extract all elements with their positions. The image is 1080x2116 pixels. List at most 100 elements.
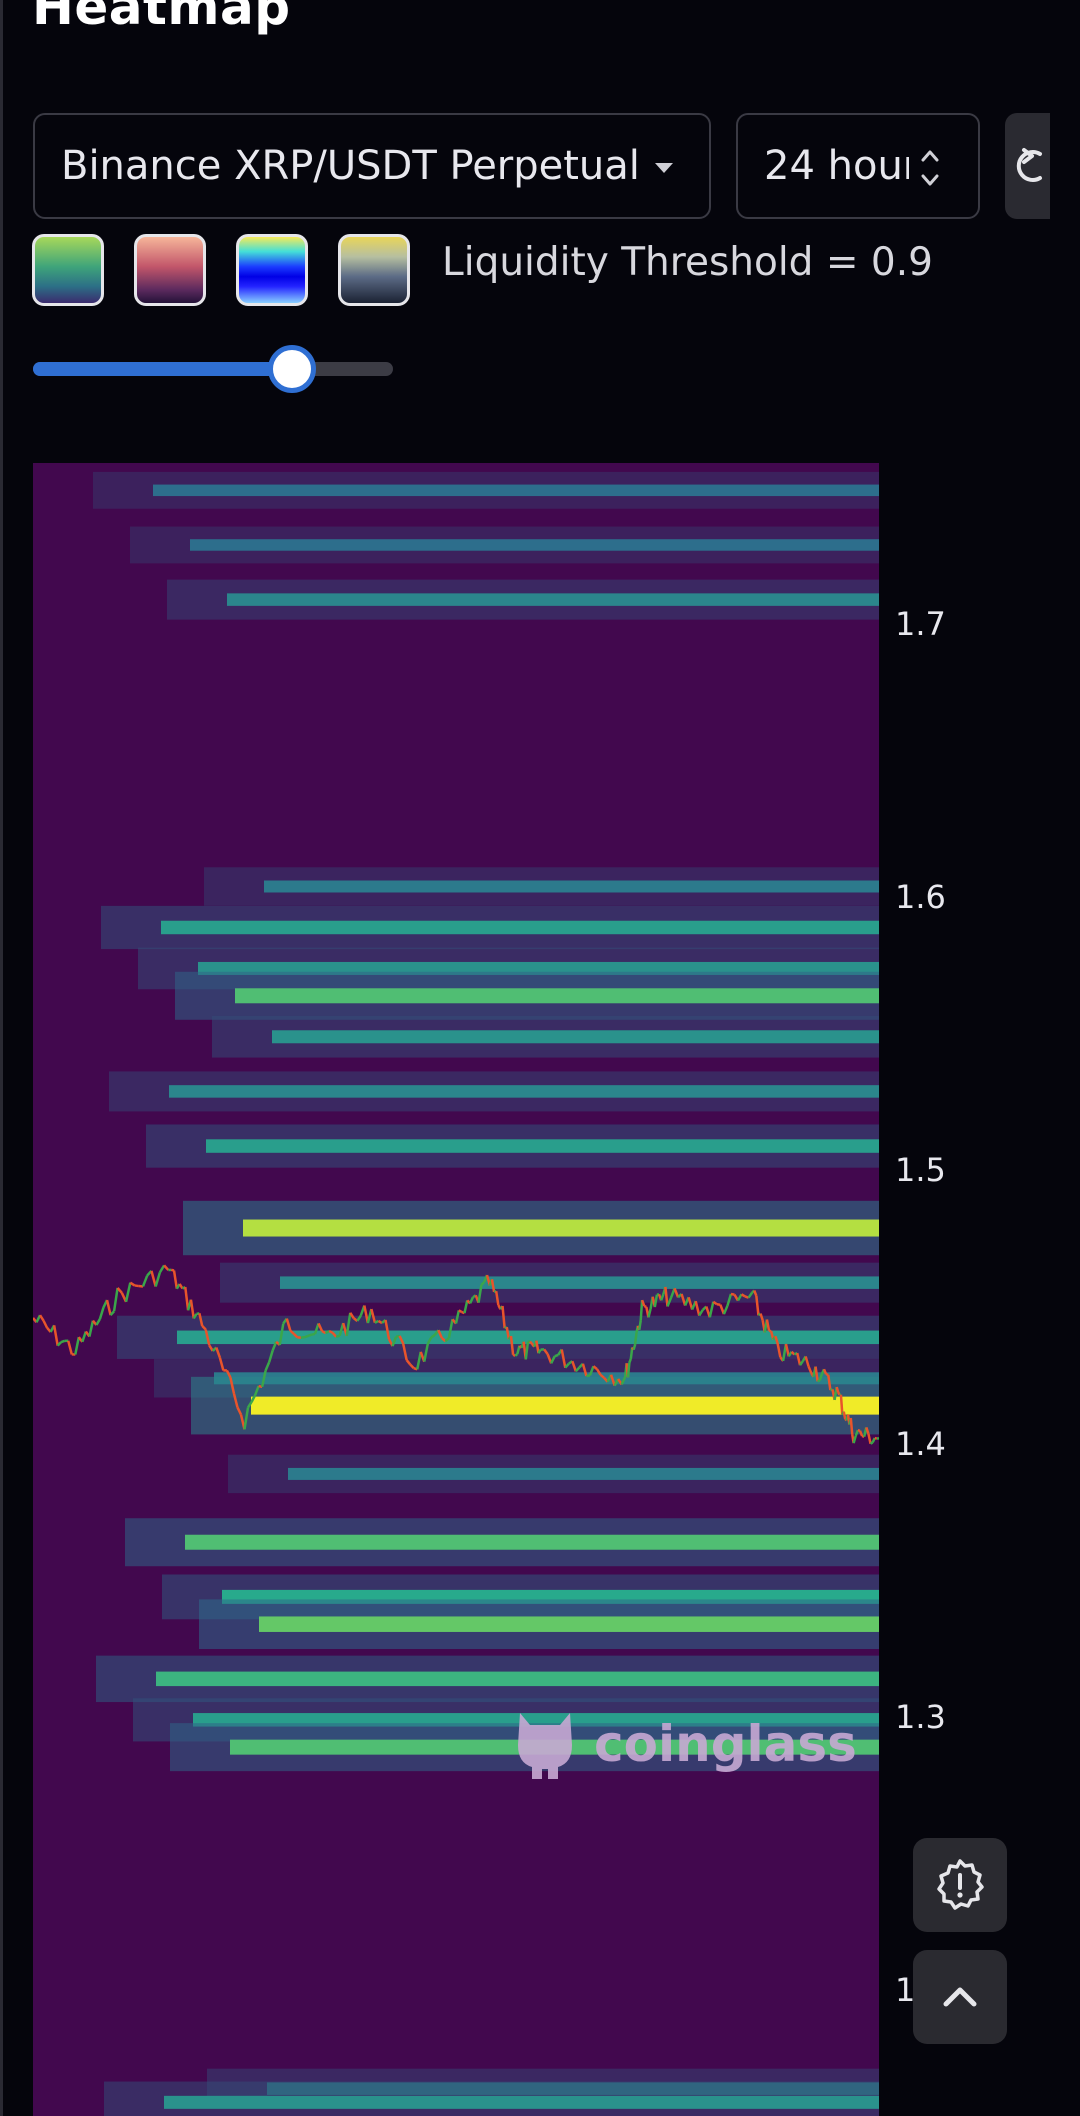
price-segment: [730, 1292, 735, 1296]
liquidity-threshold-label: Liquidity Threshold = 0.9: [442, 240, 933, 285]
price-segment: [178, 1283, 184, 1290]
price-segment: [112, 1287, 119, 1312]
color-scheme-viridis-button[interactable]: [32, 234, 104, 306]
liquidity-band: [169, 1085, 879, 1098]
price-segment: [184, 1286, 190, 1311]
liquidity-band: [243, 1219, 879, 1237]
price-segment: [632, 1344, 637, 1350]
price-segment: [163, 1264, 170, 1271]
price-segment: [871, 1437, 876, 1443]
threshold-slider-fill: [33, 362, 293, 376]
liquidity-band: [164, 2095, 879, 2109]
price-segment: [708, 1301, 715, 1318]
price-segment: [626, 1362, 631, 1378]
y-tick-label: 1.6: [895, 878, 946, 917]
price-segment: [154, 1272, 162, 1287]
liquidity-band: [251, 1396, 879, 1415]
price-segment: [694, 1300, 701, 1316]
exchange-pair-select[interactable]: Binance XRP/USDT Perpetual: [33, 113, 711, 219]
color-scheme-cividis-button[interactable]: [338, 234, 410, 306]
liquidation-heatmap-chart[interactable]: [33, 463, 879, 2116]
price-segment: [42, 1320, 49, 1329]
price-segment: [60, 1339, 66, 1344]
price-segment: [852, 1435, 857, 1444]
refresh-icon: [1016, 148, 1042, 182]
price-segment: [458, 1309, 463, 1314]
price-segment: [109, 1310, 115, 1316]
price-segment: [307, 1333, 312, 1338]
price-segment: [628, 1358, 633, 1363]
price-segment: [586, 1374, 591, 1378]
price-segment: [839, 1394, 844, 1415]
liquidity-band: [280, 1276, 879, 1289]
price-segment: [633, 1332, 638, 1345]
color-scheme-jet-button[interactable]: [236, 234, 308, 306]
price-segment: [150, 1270, 157, 1287]
y-tick-label: 1.4: [895, 1424, 946, 1463]
price-segment: [52, 1325, 59, 1346]
price-segment: [698, 1309, 704, 1317]
liquidity-band: [190, 539, 879, 551]
chevron-up-icon: [943, 1987, 977, 2007]
price-segment: [638, 1320, 642, 1330]
price-segment: [172, 1270, 179, 1289]
liquidity-band: [161, 920, 879, 935]
price-segment: [335, 1334, 341, 1339]
price-segment: [867, 1433, 872, 1445]
price-segment: [88, 1320, 95, 1337]
liquidity-band: [206, 1139, 879, 1153]
price-segment: [98, 1307, 105, 1320]
price-segment: [837, 1391, 841, 1396]
price-segment: [324, 1329, 330, 1335]
coinglass-watermark: coinglass: [510, 1705, 857, 1783]
price-segment: [303, 1334, 309, 1339]
price-segment: [514, 1353, 519, 1357]
liquidity-band: [153, 484, 879, 497]
refresh-button[interactable]: [1005, 113, 1050, 219]
time-range-value: 24 hour: [764, 143, 909, 189]
exchange-pair-value: Binance XRP/USDT Perpetual: [61, 143, 640, 189]
price-segment: [95, 1318, 102, 1326]
heatmap-plot: [33, 471, 879, 2116]
chevron-down-icon: [655, 163, 673, 173]
price-segment: [141, 1275, 149, 1287]
price-segment: [81, 1331, 88, 1343]
liquidity-band: [235, 988, 879, 1004]
alert-settings-button[interactable]: [913, 1838, 1007, 1932]
price-segment: [768, 1329, 772, 1333]
page: Heatmap Binance XRP/USDT Perpetual 24 ho…: [0, 0, 1080, 2116]
liquidity-band: [156, 1671, 879, 1687]
price-segment: [817, 1379, 821, 1383]
price-segment: [38, 1314, 45, 1322]
price-segment: [825, 1373, 829, 1377]
time-range-input[interactable]: 24 hour: [736, 113, 980, 219]
price-segment: [554, 1353, 559, 1358]
price-segment: [722, 1305, 729, 1315]
price-segment: [311, 1332, 316, 1336]
price-segment: [869, 1441, 874, 1445]
price-segment: [643, 1304, 647, 1309]
liquidity-band: [288, 1467, 879, 1480]
liquidity-band: [264, 880, 879, 893]
price-segment: [124, 1282, 132, 1303]
price-segment: [189, 1299, 195, 1319]
left-divider: [0, 0, 3, 2116]
scroll-to-top-button[interactable]: [913, 1950, 1007, 2044]
liquidity-band: [259, 1616, 879, 1632]
price-segment: [105, 1299, 112, 1316]
color-scheme-magma-button[interactable]: [134, 234, 206, 306]
price-segment: [74, 1336, 81, 1355]
page-title: Heatmap: [32, 0, 291, 36]
price-segment: [374, 1319, 379, 1324]
threshold-slider-thumb[interactable]: [268, 345, 317, 393]
coinglass-logo-icon: [518, 1713, 572, 1779]
watermark-text: coinglass: [594, 1715, 857, 1773]
price-segment: [134, 1284, 139, 1288]
price-segment: [328, 1329, 334, 1334]
alert-settings-icon: [937, 1859, 984, 1910]
stepper-icon[interactable]: [918, 145, 942, 191]
y-tick-label: 1.5: [895, 1151, 946, 1190]
y-tick-label: 1.7: [895, 604, 946, 643]
price-segment: [849, 1417, 854, 1435]
price-segment: [835, 1386, 840, 1393]
